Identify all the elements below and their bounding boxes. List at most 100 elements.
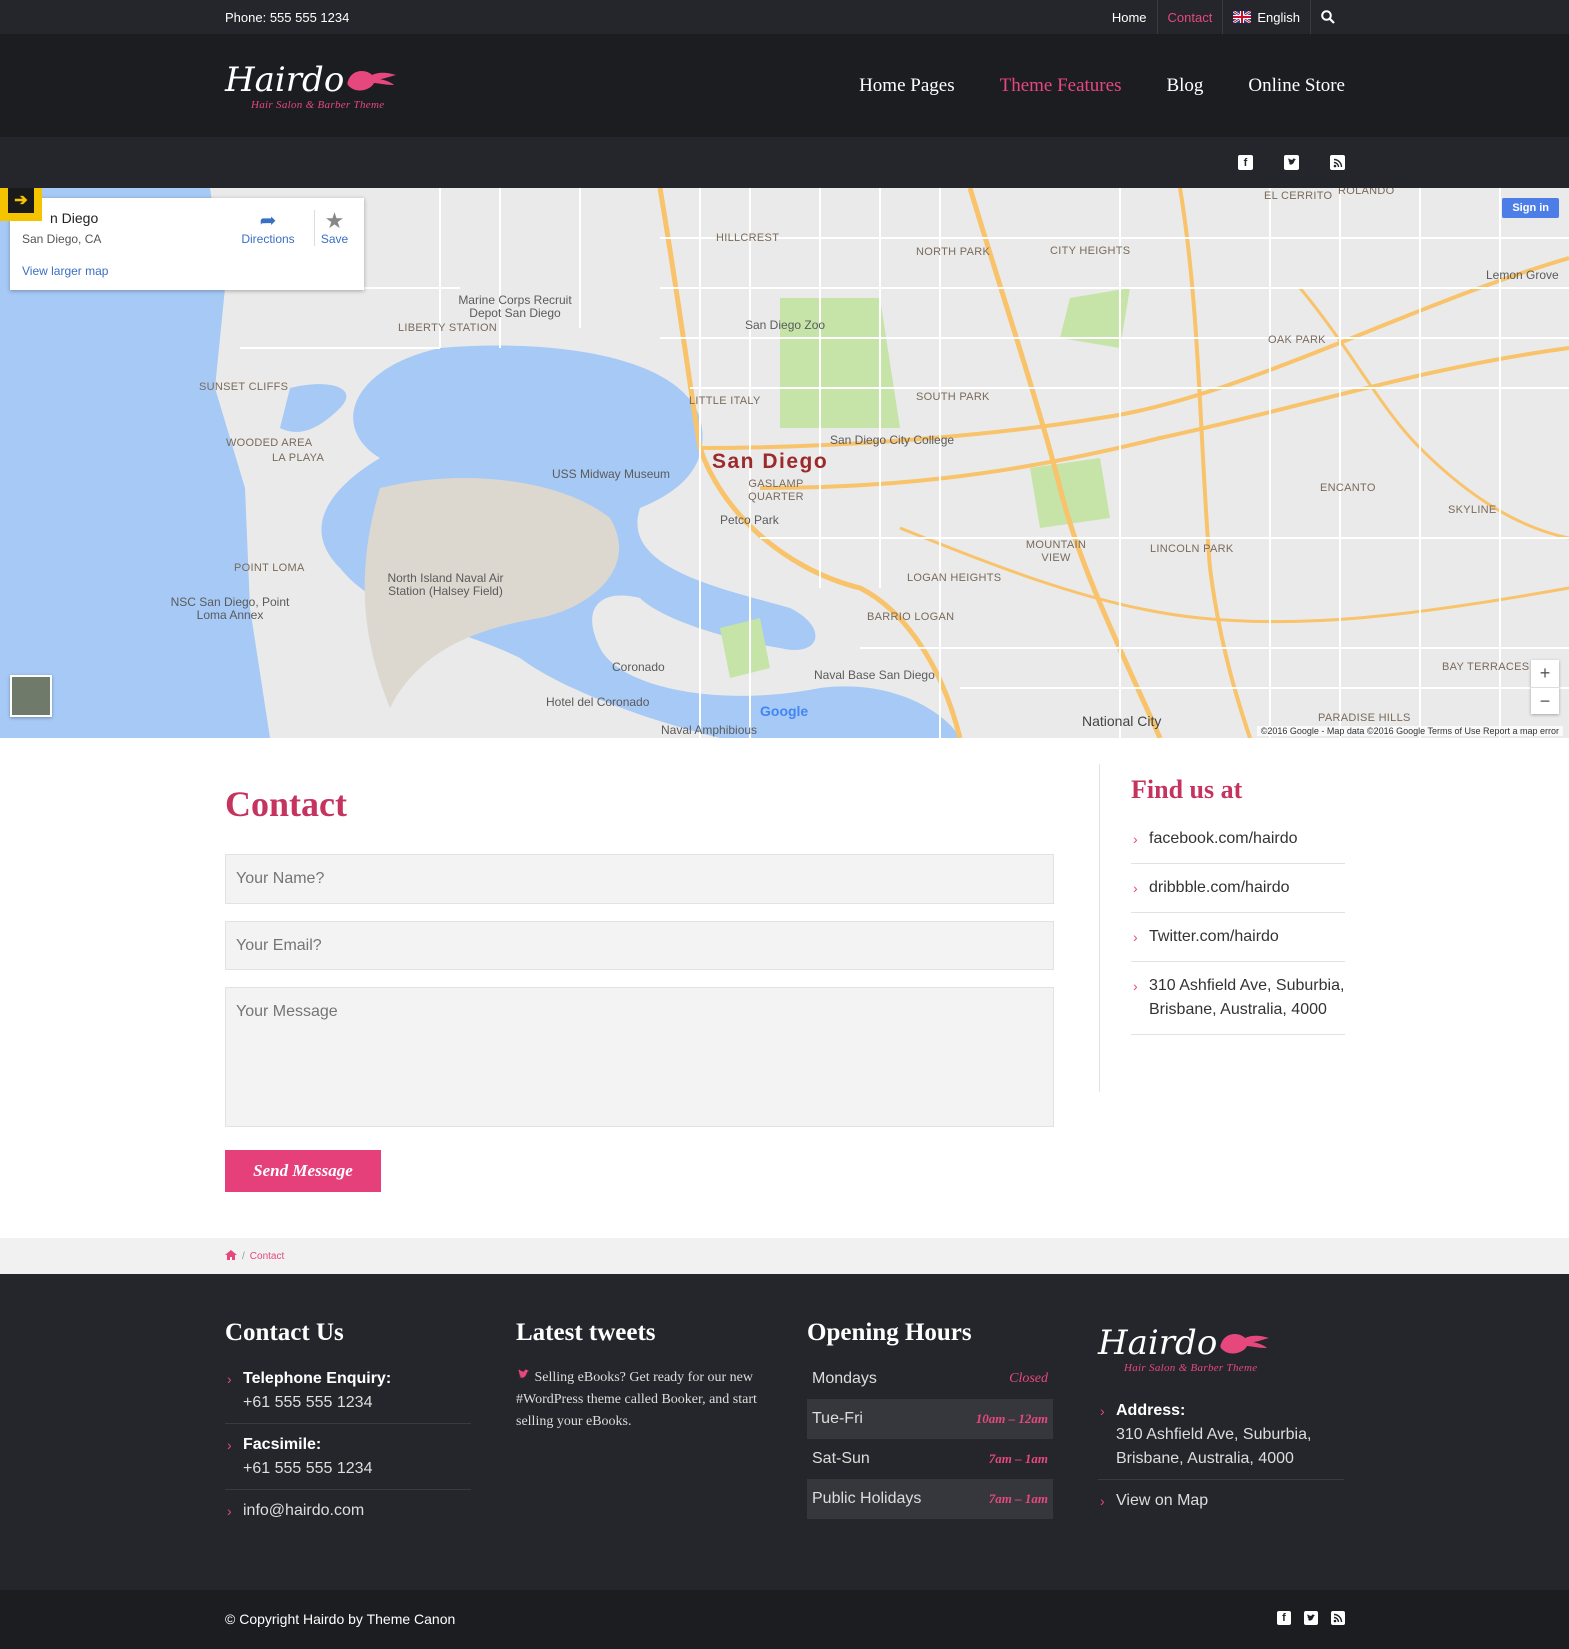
logo-tagline: Hair Salon & Barber Theme: [251, 98, 385, 111]
tweet-text: Selling eBooks? Get ready for our new #W…: [516, 1369, 757, 1429]
map-label-petco: Petco Park: [720, 513, 779, 527]
star-icon: ★: [324, 208, 345, 233]
bottom-bar: © Copyright Hairdo by Theme Canon f: [0, 1590, 1569, 1649]
top-link-home[interactable]: Home: [1102, 0, 1158, 34]
map-label-rolando: ROLANDO: [1338, 188, 1395, 197]
content-area: Contact Send Message Find us at ›faceboo…: [0, 738, 1569, 1238]
column-divider: [1099, 764, 1100, 1092]
phone-text: Phone: 555 555 1234: [225, 9, 350, 25]
nav-theme-features[interactable]: Theme Features: [1000, 75, 1122, 97]
search-button[interactable]: [1311, 0, 1345, 34]
nav-home-pages[interactable]: Home Pages: [859, 75, 955, 97]
zoom-out-button[interactable]: −: [1531, 687, 1559, 714]
map-label-nsc: NSC San Diego, Point Loma Annex: [170, 595, 290, 622]
chevron-right-icon: ›: [1133, 831, 1138, 847]
map-sign-in-button[interactable]: Sign in: [1502, 198, 1559, 218]
map-label-marine: Marine Corps Recruit Depot San Diego: [458, 293, 572, 320]
map-label-point-loma: POINT LOMA: [234, 562, 305, 574]
map-label-barrio: BARRIO LOGAN: [867, 611, 955, 623]
find-us-title: Find us at: [1131, 775, 1243, 804]
footer-logo-col: Hairdo Hair Salon & Barber Theme › Addre…: [1098, 1324, 1344, 1530]
name-input[interactable]: [225, 854, 1054, 904]
google-logo: Google: [760, 703, 809, 719]
site-header: Hairdo Hair Salon & Barber Theme Home Pa…: [0, 34, 1569, 137]
breadcrumb: / Contact: [0, 1238, 1569, 1274]
hours-row: Sat-Sun 7am – 1am: [812, 1450, 1048, 1467]
directions-icon: ➦: [259, 210, 277, 232]
logo-wordmark: Hairdo: [225, 61, 397, 99]
find-us-facebook[interactable]: › facebook.com/hairdo: [1131, 815, 1345, 864]
contact-title: Contact: [225, 784, 347, 824]
map-label-national-city: National City: [1082, 713, 1162, 729]
save-button[interactable]: ★ Save: [314, 210, 354, 246]
footer-logo-tagline: Hair Salon & Barber Theme: [1124, 1362, 1258, 1374]
site-logo[interactable]: Hairdo Hair Salon & Barber Theme: [225, 61, 397, 111]
message-textarea[interactable]: [225, 987, 1054, 1127]
email-input[interactable]: [225, 921, 1054, 970]
map-place-title: n Diego: [50, 210, 99, 226]
zoom-in-button[interactable]: +: [1531, 660, 1559, 687]
satellite-toggle[interactable]: [10, 675, 52, 717]
rss-icon[interactable]: [1330, 155, 1345, 170]
chevron-right-icon: ›: [227, 1503, 232, 1519]
send-message-button[interactable]: Send Message: [225, 1150, 381, 1192]
hair-icon: [1220, 1334, 1270, 1354]
nav-online-store[interactable]: Online Store: [1248, 75, 1345, 97]
footer-email[interactable]: › info@hairdo.com: [225, 1499, 471, 1531]
arrow-right-icon: ➔: [8, 188, 34, 213]
footer-contact-col: Contact Us › Telephone Enquiry: +61 555 …: [225, 1319, 471, 1540]
map-label-oak-park: OAK PARK: [1268, 334, 1326, 346]
map-label-logan: LOGAN HEIGHTS: [907, 572, 1002, 584]
main-nav: Home Pages Theme Features Blog Online St…: [859, 75, 1345, 97]
map-label-gaslamp: GASLAMP QUARTER: [748, 478, 804, 503]
twitter-bird-icon: [518, 1369, 529, 1378]
chevron-right-icon: ›: [1100, 1403, 1105, 1419]
contact-form-section: Contact Send Message: [225, 738, 1054, 1192]
map-label-south-park: SOUTH PARK: [916, 391, 990, 403]
find-us-twitter[interactable]: › Twitter.com/hairdo: [1131, 913, 1345, 962]
top-link-contact[interactable]: Contact: [1158, 0, 1224, 34]
top-links: Home Contact English: [1102, 0, 1345, 34]
hours-row: Public Holidays 7am – 1am: [807, 1479, 1053, 1519]
map-label-el-cerrito: EL CERRITO: [1264, 190, 1333, 202]
directions-button[interactable]: ➦ Directions: [238, 210, 298, 246]
map-label-little-italy: LITTLE ITALY: [689, 395, 761, 407]
google-map[interactable]: San Diego HILLCREST NORTH PARK CITY HEIG…: [0, 188, 1569, 738]
social-bar: f: [0, 137, 1569, 188]
footer-fax: › Facsimile: +61 555 555 1234: [225, 1433, 471, 1490]
chevron-right-icon: ›: [1100, 1493, 1105, 1509]
map-label-lemon-grove: Lemon Grove: [1486, 268, 1559, 282]
map-label-bay-terraces: BAY TERRACES: [1442, 661, 1530, 673]
find-us-section: Find us at › facebook.com/hairdo › dribbbl…: [1131, 738, 1345, 1035]
map-copyright: ©2016 Google - Map data ©2016 Google Ter…: [1256, 726, 1563, 736]
map-label-hillcrest: HILLCREST: [716, 232, 780, 244]
chevron-right-icon: ›: [1133, 978, 1138, 994]
twitter-icon[interactable]: [1304, 1611, 1318, 1625]
nav-blog[interactable]: Blog: [1166, 75, 1203, 97]
footer-logo[interactable]: Hairdo: [1098, 1324, 1344, 1362]
map-label-mountain: MOUNTAIN VIEW: [1025, 539, 1087, 564]
hours-table: Mondays Closed Tue-Fri 10am – 12am Sat-Sun…: [807, 1359, 1053, 1519]
footer-tweets-title: Latest tweets: [516, 1319, 656, 1346]
copyright-text: © Copyright Hairdo by Theme Canon: [225, 1611, 456, 1627]
toggle-panel-button[interactable]: ➔: [0, 188, 42, 221]
find-us-dribbble[interactable]: › dribbble.com/hairdo: [1131, 864, 1345, 913]
chevron-right-icon: ›: [1133, 929, 1138, 945]
twitter-icon[interactable]: [1284, 155, 1299, 170]
view-larger-map-link[interactable]: View larger map: [22, 264, 108, 278]
map-label-la-playa: LA PLAYA: [272, 452, 325, 464]
map-label-city-heights: CITY HEIGHTS: [1050, 245, 1131, 257]
footer-tweets-col: Latest tweets Selling eBooks? Get ready …: [516, 1319, 766, 1433]
view-on-map-link[interactable]: › View on Map: [1098, 1489, 1344, 1521]
map-label-liberty: LIBERTY STATION: [398, 322, 498, 334]
rss-icon[interactable]: [1331, 1611, 1345, 1625]
map-label-skyline: SKYLINE: [1448, 504, 1497, 516]
map-zoom-controls: + −: [1531, 660, 1559, 714]
facebook-icon[interactable]: f: [1277, 1611, 1291, 1625]
home-icon[interactable]: [225, 1250, 237, 1263]
map-place-subtitle: San Diego, CA: [22, 232, 102, 246]
language-selector[interactable]: English: [1223, 0, 1311, 34]
map-label-encanto: ENCANTO: [1320, 482, 1376, 494]
facebook-icon[interactable]: f: [1238, 155, 1253, 170]
hair-icon: [347, 70, 397, 90]
